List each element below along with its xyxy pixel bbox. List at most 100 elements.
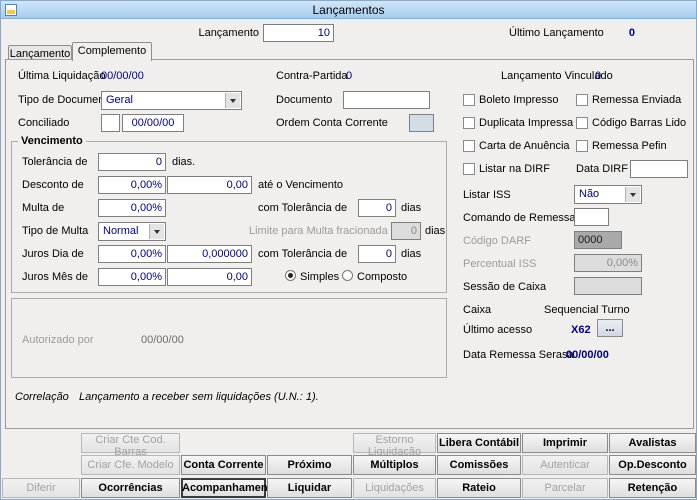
documento-label: Documento (276, 94, 333, 106)
multiplos-button[interactable]: Múltiplos (353, 455, 436, 475)
ultimo-acesso-browse-button[interactable]: ... (597, 319, 623, 337)
liquidacoes-button: Liquidações (353, 478, 436, 498)
ultimo-acesso-value: X62 (571, 324, 591, 336)
juros-mes-label: Juros Mês de (22, 271, 89, 283)
sessao-caixa-label: Sessão de Caixa (463, 281, 547, 293)
tipo-multa-value: Normal (103, 225, 139, 237)
codigo-barras-lido-label: Código Barras Lido (592, 117, 687, 129)
ultimo-lancamento-label: Último Lançamento (509, 27, 604, 39)
simples-radio-label: Simples (300, 271, 340, 283)
multa-dias-label: dias (401, 202, 422, 214)
juros-dia-tolerancia-input[interactable] (358, 245, 396, 263)
percentual-iss-input (574, 254, 642, 272)
title-bar[interactable]: Lançamentos (1, 1, 696, 19)
liquidar-button[interactable]: Liquidar (267, 478, 352, 498)
multa-label: Multa de (22, 202, 65, 214)
ocorrencias-button[interactable]: Ocorrências (81, 478, 180, 498)
listar-dirf-checkbox[interactable] (463, 163, 475, 175)
juros-mes-valor-input[interactable] (167, 268, 252, 286)
tipo-documento-label: Tipo de Documento (18, 94, 114, 106)
limite-multa-input (391, 222, 421, 240)
tab-complemento[interactable]: Complemento (72, 42, 152, 61)
conciliado-label: Conciliado (18, 117, 70, 129)
desconto-valor-input[interactable] (167, 176, 252, 194)
ordem-conta-corrente-input[interactable] (409, 114, 434, 132)
ultima-liquidacao-value: 00/00/00 (101, 70, 144, 82)
tolerancia-input[interactable] (98, 153, 166, 171)
avalistas-button[interactable]: Avalistas (609, 433, 696, 453)
comando-remessa-input[interactable] (574, 208, 609, 226)
correlacao-text: Lançamento a receber sem liquidações (U.… (79, 391, 319, 403)
rateio-button[interactable]: Rateio (437, 478, 521, 498)
autenticar-button: Autenticar (522, 455, 608, 475)
multa-tolerancia-label: com Tolerância de (258, 202, 348, 214)
lancamento-label: Lançamento (198, 27, 259, 39)
conta-corrente-button[interactable]: Conta Corrente (181, 455, 266, 475)
multa-tolerancia-input[interactable] (358, 199, 396, 217)
juros-dia-pct-input[interactable] (98, 245, 166, 263)
juros-dia-tolerancia-label: com Tolerância de (258, 248, 348, 260)
diferir-button: Diferir (2, 478, 80, 498)
boleto-impresso-label: Boleto Impresso (479, 94, 559, 106)
vencimento-group-title: Vencimento (18, 135, 86, 147)
lancamentos-window: Lançamentos Lançamento Último Lançamento… (0, 0, 697, 500)
lancamento-vinculado-value: 0 (595, 70, 602, 82)
codigo-barras-lido-checkbox[interactable] (576, 117, 588, 129)
conciliado-flag-input[interactable] (101, 114, 120, 132)
remessa-enviada-label: Remessa Enviada (592, 94, 682, 106)
caixa-label: Caixa (463, 304, 492, 316)
criar-cfe-modelo-button: Criar Cfe. Modelo (81, 455, 180, 475)
op-desconto-button[interactable]: Op.Desconto (609, 455, 696, 475)
desconto-label: Desconto de (22, 179, 84, 191)
tipo-multa-select[interactable]: Normal (98, 222, 166, 241)
data-remessa-serasa-value: 00/00/00 (566, 349, 609, 361)
tolerancia-label: Tolerância de (22, 156, 88, 168)
estorno-liquidacao-button: Estorno Liquidação (353, 433, 436, 458)
retencao-button[interactable]: Retenção (609, 478, 696, 498)
lancamento-input[interactable] (263, 24, 334, 42)
multa-pct-input[interactable] (98, 199, 166, 217)
remessa-pefin-checkbox[interactable] (576, 140, 588, 152)
window-title: Lançamentos (312, 3, 385, 17)
juros-dia-dias-label: dias (401, 248, 422, 260)
carta-anuencia-label: Carta de Anuência (479, 140, 570, 152)
juros-dia-valor-input[interactable] (167, 245, 252, 263)
comando-remessa-label: Comando de Remessa (463, 212, 576, 224)
contra-partida-label: Contra-Partida (276, 70, 348, 82)
proximo-button[interactable]: Próximo (267, 455, 352, 475)
parcelar-button: Parcelar (522, 478, 608, 498)
comissoes-button[interactable]: Comissões (437, 455, 521, 475)
contra-partida-value: 0 (346, 70, 353, 82)
imprimir-button[interactable]: Imprimir (522, 433, 608, 453)
listar-iss-label: Listar ISS (463, 189, 511, 201)
chevron-down-icon (149, 224, 164, 239)
data-dirf-input[interactable] (630, 160, 688, 178)
listar-dirf-label: Listar na DIRF (479, 163, 550, 175)
acompanhamento-button[interactable]: Acompanhamento (181, 478, 278, 498)
juros-mes-pct-input[interactable] (98, 268, 166, 286)
sessao-caixa-input (574, 277, 642, 295)
boleto-impresso-checkbox[interactable] (463, 94, 475, 106)
remessa-enviada-checkbox[interactable] (576, 94, 588, 106)
tab-lancamento[interactable]: Lançamento (8, 45, 72, 60)
ate-vencimento-label: até o Vencimento (258, 179, 344, 191)
tipo-multa-label: Tipo de Multa (22, 225, 89, 237)
simples-radio[interactable] (285, 270, 296, 281)
ultimo-lancamento-value: 0 (628, 27, 635, 39)
listar-iss-value: Não (579, 188, 600, 200)
conciliado-date-input[interactable] (122, 114, 184, 132)
codigo-darf-input[interactable] (574, 231, 622, 249)
duplicata-impressa-checkbox[interactable] (463, 117, 475, 129)
chevron-down-icon (225, 93, 240, 108)
composto-radio[interactable] (342, 270, 353, 281)
carta-anuencia-checkbox[interactable] (463, 140, 475, 152)
autorizado-por-label: Autorizado por (22, 334, 94, 346)
caixa-value: Sequencial Turno (544, 304, 630, 316)
documento-input[interactable] (343, 91, 430, 109)
libera-contabil-button[interactable]: Libera Contábil (437, 433, 521, 453)
tipo-documento-select[interactable]: Geral (101, 91, 242, 110)
limite-multa-label: Limite para Multa fracionada (249, 225, 388, 237)
listar-iss-select[interactable]: Não (574, 185, 642, 204)
desconto-pct-input[interactable] (98, 176, 166, 194)
duplicata-impressa-label: Duplicata Impressa (479, 117, 574, 129)
